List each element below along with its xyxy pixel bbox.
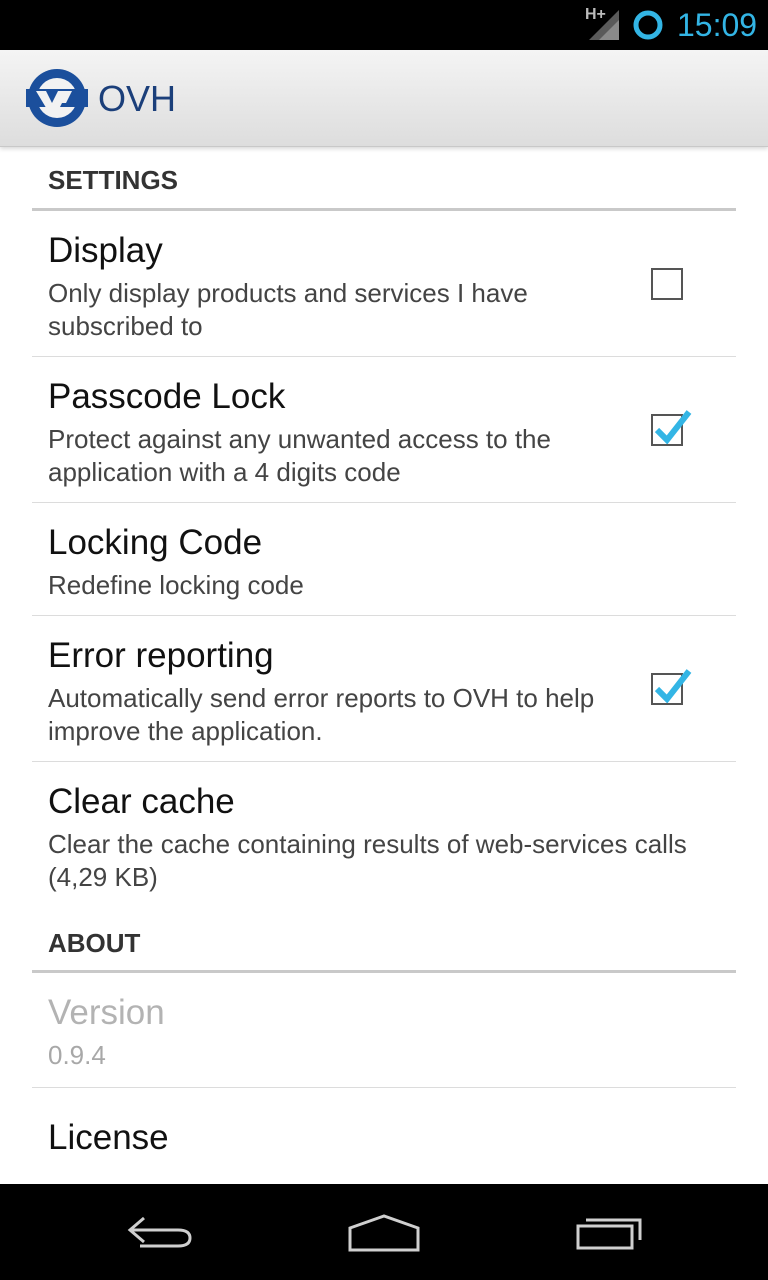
pref-passcode-lock[interactable]: Passcode Lock Protect against any unwant…: [32, 357, 736, 503]
pref-summary: Clear the cache containing results of we…: [48, 829, 687, 892]
display-checkbox[interactable]: [651, 268, 683, 300]
pref-summary: Automatically send error reports to OVH …: [48, 683, 595, 746]
settings-header-label: SETTINGS: [48, 165, 179, 195]
passcode-lock-checkbox[interactable]: [651, 410, 692, 446]
home-button[interactable]: [256, 1184, 512, 1280]
checkmark-icon: [654, 669, 692, 703]
pref-clear-cache[interactable]: Clear cache Clear the cache containing r…: [32, 762, 736, 907]
recent-apps-button[interactable]: [512, 1184, 768, 1280]
checkmark-icon: [654, 410, 692, 444]
pref-summary: Protect against any unwanted access to t…: [48, 424, 551, 487]
action-bar: OVH: [0, 50, 768, 147]
pref-title: Passcode Lock: [48, 377, 286, 416]
pref-title: License: [48, 1118, 169, 1157]
pref-title: Clear cache: [48, 782, 235, 821]
pref-summary: Only display products and services I hav…: [48, 278, 528, 341]
pref-license[interactable]: License: [32, 1088, 736, 1184]
sync-icon: [632, 9, 664, 46]
pref-summary: Redefine locking code: [48, 570, 304, 600]
status-bar: H+ 15:09: [0, 0, 768, 50]
navigation-bar: [0, 1184, 768, 1280]
network-type-label: H+: [585, 6, 606, 23]
pref-title: Locking Code: [48, 523, 263, 562]
ovh-logo-icon[interactable]: [26, 67, 88, 134]
settings-section-header: SETTINGS: [32, 147, 736, 211]
pref-title: Version: [48, 993, 165, 1032]
home-icon: [348, 1214, 420, 1252]
about-header-label: ABOUT: [48, 928, 141, 958]
back-button[interactable]: [32, 1184, 288, 1280]
error-reporting-checkbox[interactable]: [651, 669, 692, 705]
app-title: OVH: [98, 78, 177, 119]
back-icon: [127, 1216, 192, 1248]
about-section-header: ABOUT: [32, 910, 736, 973]
recent-apps-icon: [576, 1218, 642, 1250]
pref-error-reporting[interactable]: Error reporting Automatically send error…: [32, 616, 736, 762]
pref-title: Error reporting: [48, 636, 274, 675]
pref-display[interactable]: Display Only display products and servic…: [32, 211, 736, 357]
pref-version: Version 0.9.4: [32, 973, 736, 1088]
status-time: 15:09: [677, 7, 758, 43]
pref-title: Display: [48, 231, 163, 270]
pref-summary: 0.9.4: [48, 1040, 106, 1070]
settings-list: SETTINGS Display Only display products a…: [0, 147, 768, 1184]
pref-locking-code[interactable]: Locking Code Redefine locking code: [32, 503, 736, 616]
